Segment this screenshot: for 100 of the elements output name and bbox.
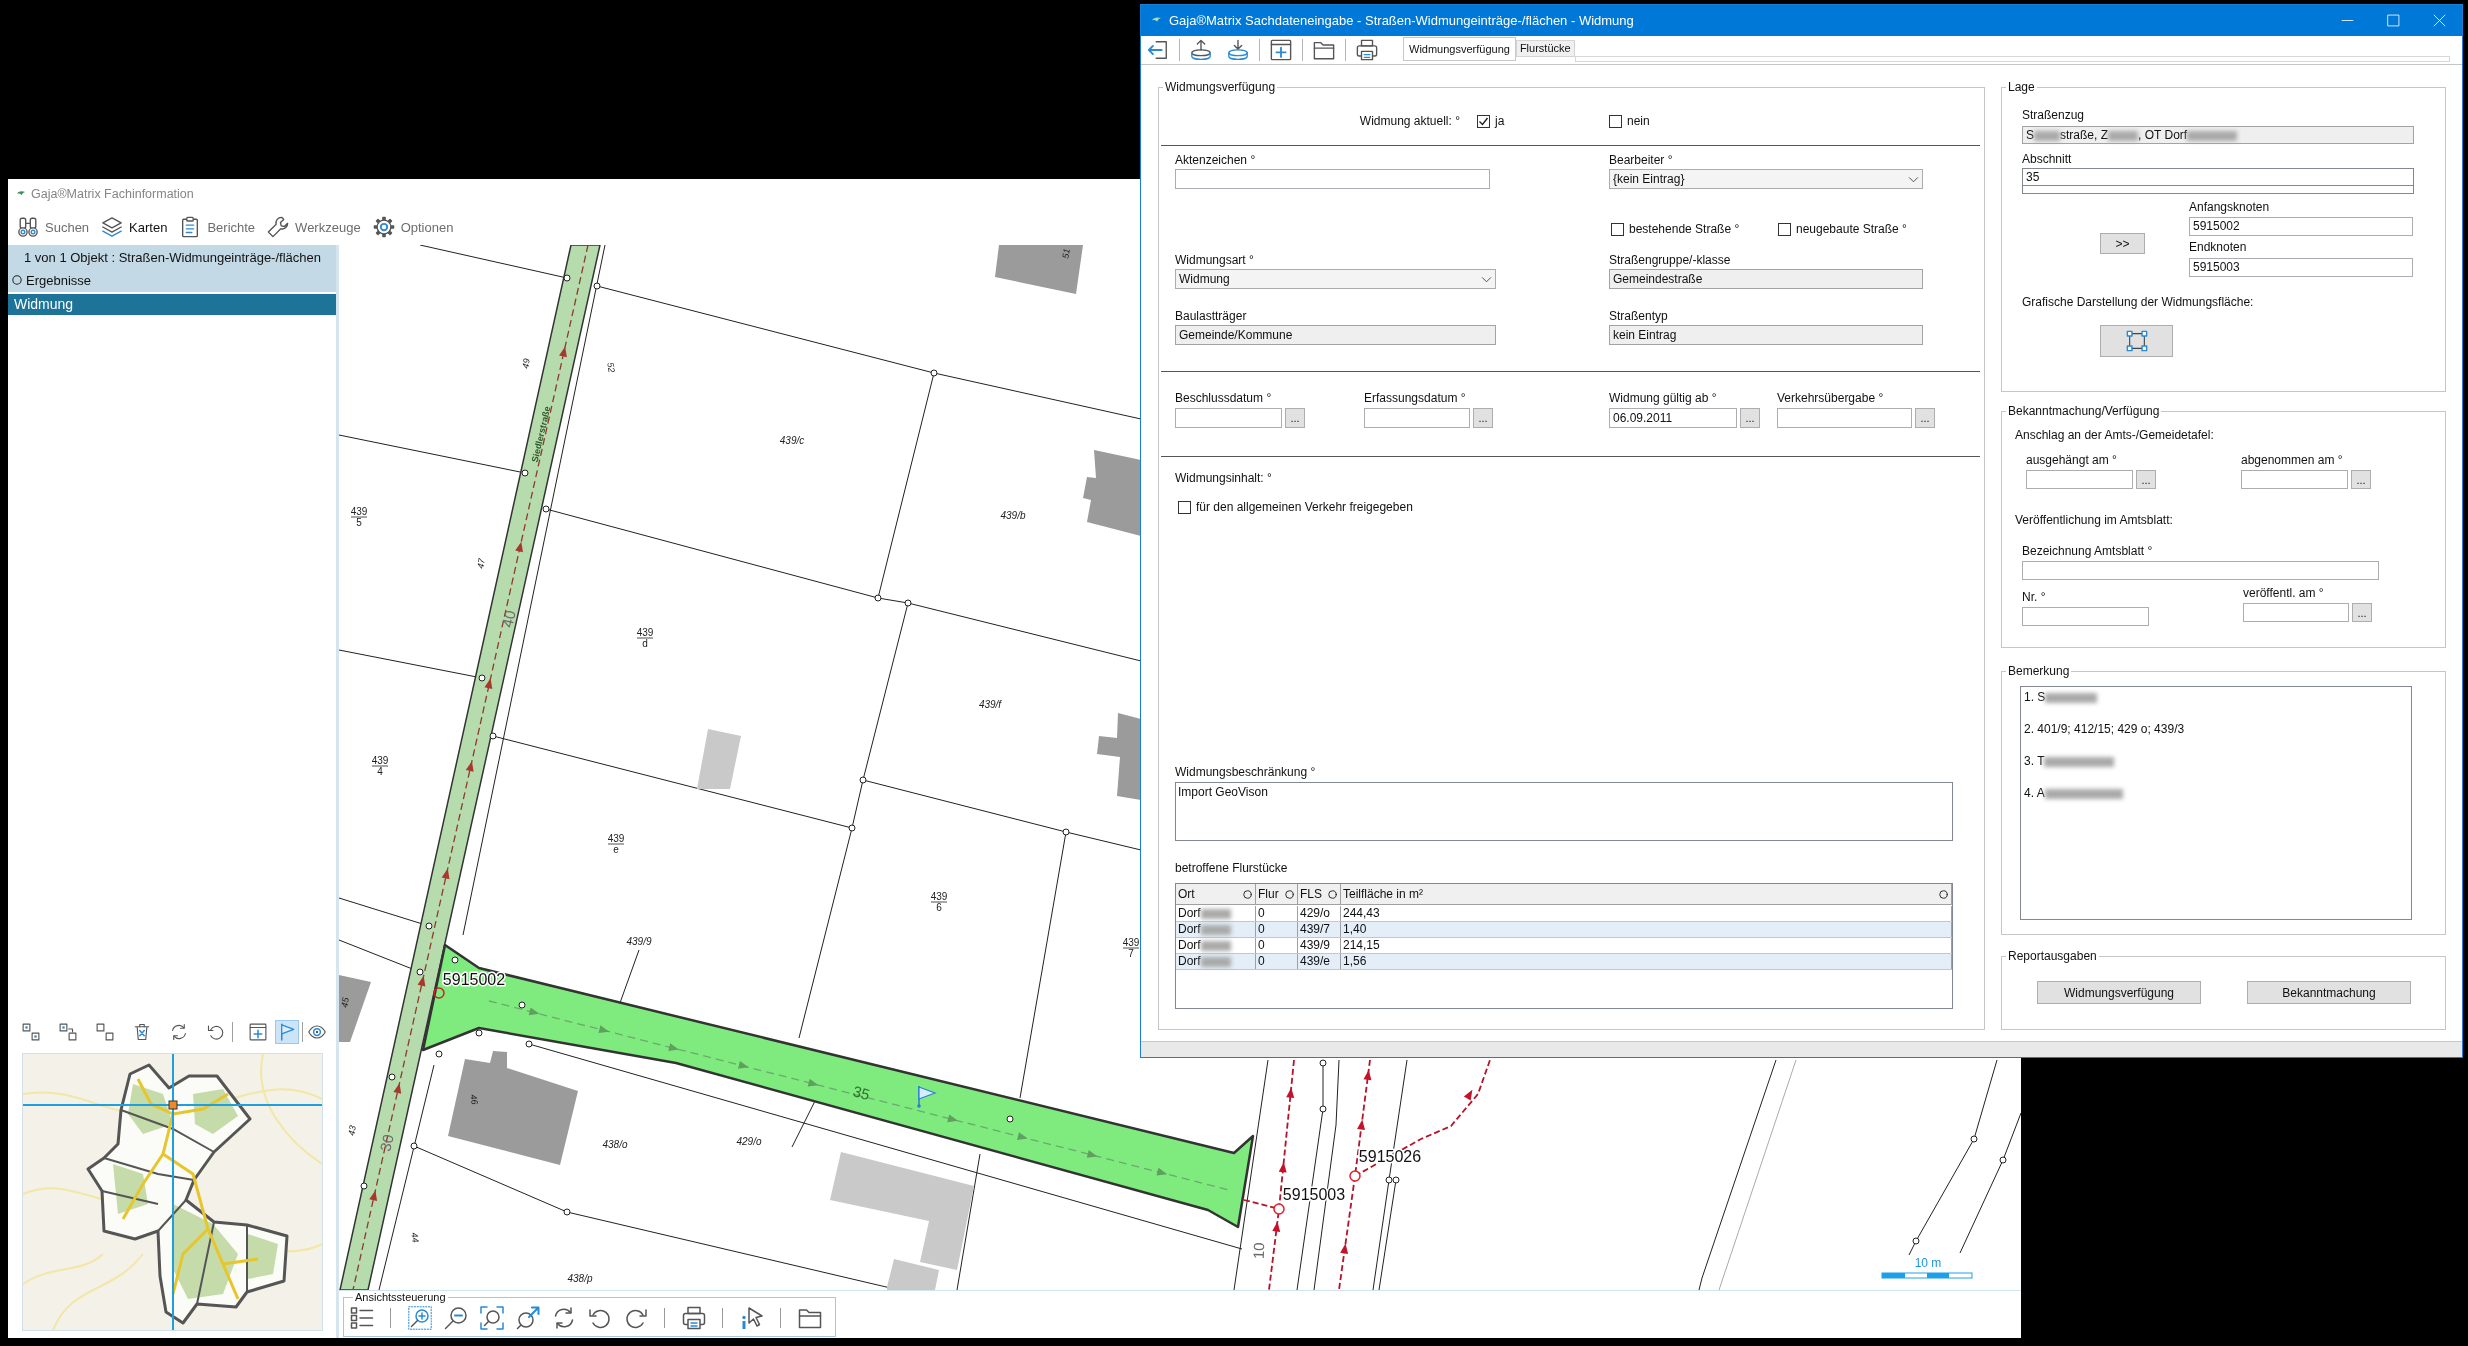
checkbox-label[interactable]: ja — [1495, 114, 1505, 128]
date-field[interactable] — [2026, 470, 2133, 489]
section-field[interactable]: 35 — [2022, 168, 2414, 194]
tab[interactable]: Widmungsverfügung — [1403, 37, 1516, 61]
toolbar-button[interactable]: Werkzeuge — [267, 214, 361, 240]
report-button[interactable]: Bekanntmachung — [2247, 981, 2411, 1004]
date-field[interactable] — [1364, 408, 1470, 428]
map-tool-button[interactable] — [56, 1020, 80, 1044]
group-title: Widmungsverfügung — [1164, 79, 1277, 95]
direction-arrow-icon — [1340, 1243, 1349, 1254]
database-up-icon[interactable] — [1190, 39, 1212, 61]
toolbar-button[interactable]: Suchen — [17, 214, 90, 240]
add-window-icon[interactable] — [1270, 39, 1292, 61]
checkbox[interactable] — [1477, 114, 1490, 128]
parcel-label: 439 7 — [1122, 937, 1140, 959]
zoom-out-icon[interactable] — [444, 1306, 468, 1330]
direction-arrow-icon — [807, 1078, 819, 1087]
results-group-label[interactable]: Ergebnisse — [26, 272, 92, 288]
print-icon[interactable] — [1356, 39, 1378, 61]
maintenance-authority-field[interactable]: Gemeinde/Kommune — [1175, 325, 1496, 345]
database-down-icon[interactable] — [1227, 39, 1249, 61]
blurred-redaction — [1200, 924, 1231, 935]
overview-map[interactable] — [22, 1053, 323, 1331]
refresh-icon[interactable] — [552, 1306, 576, 1330]
table-cell: 214,15 — [1343, 938, 1380, 953]
column-header[interactable]: Teilfläche in m² — [1341, 884, 1952, 904]
checkbox-label[interactable]: für den allgemeinen Verkehr freigegeben — [1196, 500, 1413, 514]
editor-dropdown[interactable]: {kein Eintrag} — [1609, 169, 1923, 189]
date-picker-button[interactable]: ... — [2352, 603, 2372, 622]
remarks-field[interactable]: 1. S 2. 401/9; 412/15; 429 o; 439/3 3. T 4. A — [2020, 686, 2412, 920]
wrench-icon — [267, 216, 290, 238]
file-number-field[interactable] — [1175, 169, 1490, 189]
map-tool-button[interactable] — [19, 1020, 43, 1044]
parcel-label: 439 d — [636, 627, 654, 649]
checkbox[interactable] — [1611, 222, 1624, 236]
zoom-in-icon[interactable] — [408, 1306, 432, 1330]
show-area-button[interactable] — [2100, 325, 2173, 357]
start-node-field[interactable]: 5915002 — [2189, 217, 2413, 236]
map-tool-button[interactable] — [246, 1020, 270, 1044]
flag-marker-icon — [917, 1085, 937, 1108]
column-header[interactable]: FLS — [1298, 884, 1341, 904]
exit-icon[interactable] — [1147, 39, 1169, 61]
boundary-node-icon — [563, 1208, 571, 1216]
checkbox[interactable] — [1778, 222, 1791, 236]
print-icon[interactable] — [682, 1306, 706, 1330]
field-label: Erfassungsdatum ° — [1364, 390, 1466, 407]
date-picker-button[interactable]: ... — [2136, 470, 2156, 489]
checkbox-label[interactable]: neugebaute Straße ° — [1796, 222, 1907, 236]
column-header[interactable]: Ort — [1176, 884, 1256, 904]
dedication-type-dropdown[interactable]: Widmung — [1175, 269, 1496, 289]
gazette-name-field[interactable] — [2022, 561, 2379, 580]
date-picker-button[interactable]: ... — [1473, 408, 1493, 428]
date-field[interactable] — [2241, 470, 2348, 489]
date-field[interactable] — [1175, 408, 1282, 428]
date-field[interactable] — [2243, 603, 2349, 622]
list-icon[interactable] — [350, 1306, 374, 1330]
checkbox-label[interactable]: bestehende Straße ° — [1629, 222, 1740, 236]
house-number: 43 — [346, 1124, 358, 1137]
road-type-field[interactable]: kein Eintrag — [1609, 325, 1923, 345]
checkbox[interactable] — [1178, 500, 1191, 514]
date-field[interactable] — [1777, 408, 1912, 428]
column-header[interactable]: Flur — [1256, 884, 1298, 904]
table-cell: 0 — [1258, 954, 1265, 969]
end-node-field[interactable]: 5915003 — [2189, 258, 2413, 277]
position-marker-icon — [168, 1100, 178, 1110]
zoom-extent-icon[interactable] — [480, 1306, 504, 1330]
results-item[interactable]: Widmung — [8, 294, 336, 315]
checkbox-label[interactable]: nein — [1627, 114, 1650, 128]
date-picker-button[interactable]: ... — [2351, 470, 2371, 489]
map-tool-button[interactable] — [93, 1020, 117, 1044]
report-button[interactable]: Widmungsverfügung — [2037, 981, 2201, 1004]
transfer-button[interactable]: >> — [2100, 233, 2145, 254]
date-picker-button[interactable]: ... — [1915, 408, 1935, 428]
street-field[interactable]: S straße, Z , OT Dorf — [2022, 126, 2414, 144]
maximize-icon[interactable] — [2387, 14, 2400, 27]
number-field[interactable] — [2022, 607, 2149, 626]
field-label: Verkehrsübergabe ° — [1777, 390, 1884, 407]
restriction-field[interactable]: Import GeoVison — [1175, 782, 1953, 841]
blurred-redaction — [1200, 940, 1231, 951]
toolbar-button[interactable]: Karten — [101, 214, 168, 240]
zoom-to-icon[interactable] — [516, 1306, 540, 1330]
table-cell: Dorf — [1178, 922, 1201, 937]
toolbar-button[interactable]: Berichte — [179, 214, 256, 240]
undo-icon[interactable] — [588, 1306, 612, 1330]
tab[interactable]: Flurstücke — [1515, 40, 1575, 57]
date-field[interactable]: 06.09.2011 — [1609, 408, 1737, 428]
close-icon[interactable] — [2433, 14, 2446, 27]
info-pointer-icon[interactable] — [740, 1306, 764, 1330]
road-class-field[interactable]: Gemeindestraße — [1609, 269, 1923, 289]
date-picker-button[interactable]: ... — [1285, 408, 1305, 428]
redo-icon[interactable] — [624, 1306, 648, 1330]
field-label: Baulastträger — [1175, 308, 1247, 325]
house-number: 47 — [475, 557, 487, 570]
toolbar-button[interactable]: Optionen — [372, 214, 454, 240]
date-picker-button[interactable]: ... — [1740, 408, 1760, 428]
folder-icon[interactable] — [1313, 39, 1335, 61]
checkbox[interactable] — [1609, 114, 1622, 128]
folder-icon[interactable] — [798, 1306, 822, 1330]
map-tool-button[interactable] — [275, 1020, 299, 1044]
table-cell: 439/7 — [1300, 922, 1331, 937]
